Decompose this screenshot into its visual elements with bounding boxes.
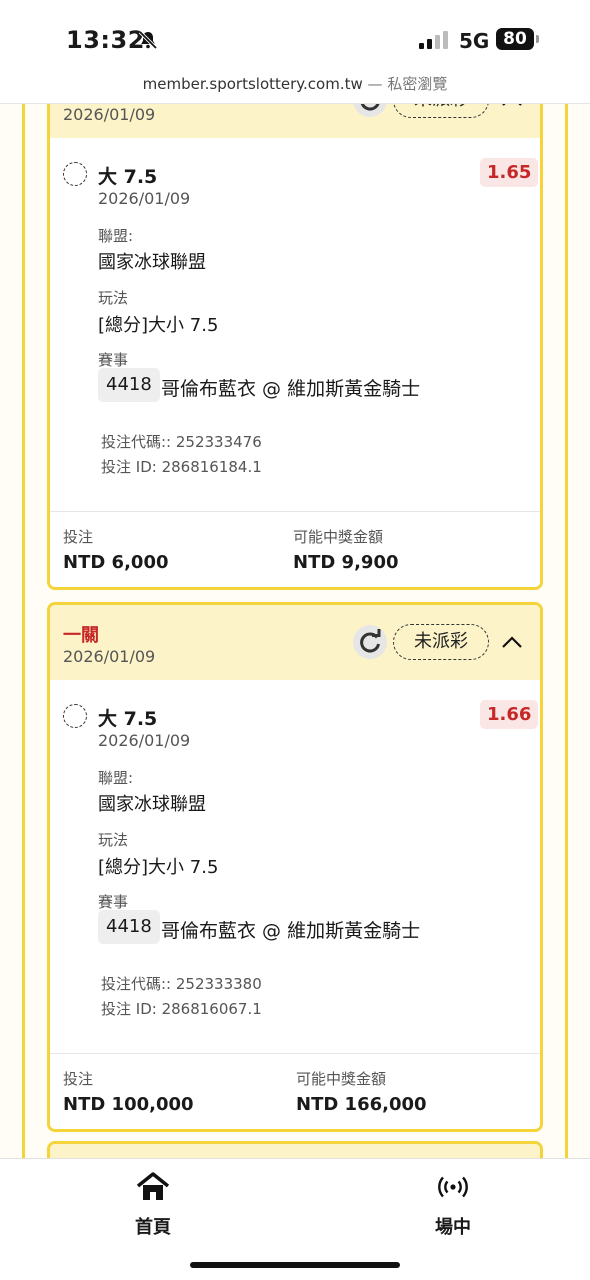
market-label: 玩法	[98, 831, 129, 849]
league-value: 國家冰球聯盟	[98, 252, 206, 273]
status-bar: 13:32 5G 80	[0, 0, 590, 70]
bet-card-header[interactable]: 2026/01/09 未派彩	[50, 104, 540, 138]
payout-value: NTD 9,900	[293, 552, 399, 573]
selection-radio[interactable]	[63, 704, 87, 728]
game-name: 哥倫布藍衣 @ 維加斯黃金騎士	[161, 378, 421, 400]
stake-label: 投注	[63, 1070, 94, 1088]
bell-muted-icon	[138, 30, 158, 50]
tab-live-label: 場中	[435, 1217, 471, 1238]
right-rail	[565, 104, 568, 1158]
game-code-badge: 4418	[98, 368, 160, 402]
bet-type-title: 一關	[63, 625, 99, 646]
tab-home-label: 首頁	[135, 1217, 171, 1238]
battery-tip	[536, 35, 539, 43]
stake-value: NTD 6,000	[63, 552, 169, 573]
event-label: 賽事	[98, 351, 129, 369]
tab-live[interactable]: 場中	[393, 1171, 513, 1239]
bet-card-header[interactable]: 一關 2026/01/09 未派彩	[50, 605, 540, 680]
bet-card-footer: 投注 NTD 100,000 可能中獎金額 NTD 166,000	[50, 1053, 540, 1129]
selection-date: 2026/01/09	[98, 189, 191, 208]
url-bar[interactable]: member.sportslottery.com.tw — 私密瀏覽	[0, 70, 590, 104]
bet-card-body: 大 7.5 1.66 2026/01/09 聯盟: 國家冰球聯盟 玩法 [總分]…	[50, 680, 540, 1053]
selection-name: 大 7.5	[98, 166, 158, 188]
game-name: 哥倫布藍衣 @ 維加斯黃金騎士	[161, 920, 421, 942]
odds-badge: 1.65	[480, 158, 539, 187]
bet-card	[47, 1141, 543, 1158]
bet-card: 一關 2026/01/09 未派彩 大 7.5 1.66 2026/01/09 …	[47, 602, 543, 1132]
payout-label: 可能中獎金額	[296, 1070, 387, 1088]
home-indicator[interactable]	[190, 1262, 400, 1268]
market-value: [總分]大小 7.5	[98, 315, 219, 336]
bet-code: 投注代碼:: 252333476	[101, 433, 262, 451]
payout-value: NTD 166,000	[296, 1094, 427, 1115]
status-time: 13:32	[66, 26, 145, 54]
refresh-icon	[360, 629, 381, 653]
market-label: 玩法	[98, 289, 129, 307]
league-label: 聯盟:	[98, 227, 134, 245]
event-label: 賽事	[98, 893, 129, 911]
bet-id: 投注 ID: 286816184.1	[101, 458, 262, 476]
odds-badge: 1.66	[480, 700, 539, 729]
payout-status-badge: 未派彩	[393, 104, 489, 118]
selection-radio[interactable]	[63, 162, 87, 186]
network-type: 5G	[459, 29, 490, 53]
league-value: 國家冰球聯盟	[98, 794, 206, 815]
cellular-signal-icon	[419, 31, 448, 49]
bet-date: 2026/01/09	[63, 647, 156, 666]
stake-value: NTD 100,000	[63, 1094, 194, 1115]
bet-id: 投注 ID: 286816067.1	[101, 1000, 262, 1018]
chevron-up-icon[interactable]	[500, 104, 524, 111]
bet-date: 2026/01/09	[63, 105, 156, 124]
bet-list[interactable]: 2026/01/09 未派彩 大 7.5 1.65 2026/01/09 聯盟:…	[0, 104, 590, 1158]
bet-code: 投注代碼:: 252333380	[101, 975, 262, 993]
home-icon	[136, 1172, 170, 1200]
market-value: [總分]大小 7.5	[98, 857, 219, 878]
stake-label: 投注	[63, 528, 94, 546]
bet-card-body: 大 7.5 1.65 2026/01/09 聯盟: 國家冰球聯盟 玩法 [總分]…	[50, 138, 540, 511]
refresh-icon	[360, 104, 380, 111]
game-code-badge: 4418	[98, 910, 160, 944]
payout-status-badge: 未派彩	[393, 624, 489, 660]
url-text: member.sportslottery.com.tw	[142, 75, 363, 93]
battery-icon: 80	[496, 28, 534, 50]
tab-home[interactable]: 首頁	[93, 1171, 213, 1239]
refresh-button[interactable]	[353, 625, 387, 659]
league-label: 聯盟:	[98, 769, 134, 787]
bet-card-header[interactable]	[50, 1144, 540, 1158]
refresh-button[interactable]	[353, 104, 387, 117]
broadcast-icon	[438, 1176, 468, 1198]
bet-card-footer: 投注 NTD 6,000 可能中獎金額 NTD 9,900	[50, 511, 540, 587]
bet-card: 2026/01/09 未派彩 大 7.5 1.65 2026/01/09 聯盟:…	[47, 104, 543, 590]
url-separator: —	[362, 75, 388, 93]
chevron-up-icon[interactable]	[500, 631, 524, 653]
payout-label: 可能中獎金額	[293, 528, 384, 546]
private-mode-label: 私密瀏覽	[387, 75, 448, 93]
left-rail	[22, 104, 25, 1158]
selection-date: 2026/01/09	[98, 731, 191, 750]
selection-name: 大 7.5	[98, 708, 158, 730]
